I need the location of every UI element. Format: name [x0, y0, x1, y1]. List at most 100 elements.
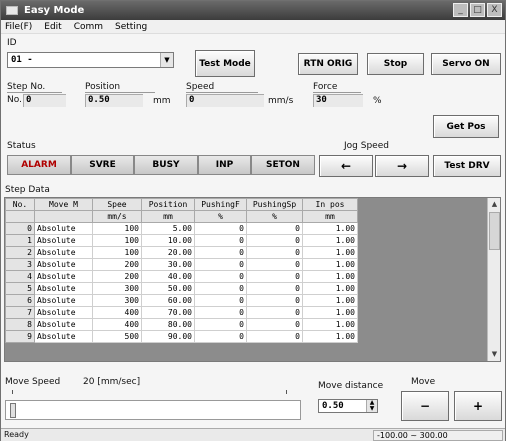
col-header-move-mode[interactable]: Move M — [34, 198, 93, 211]
table-cell[interactable]: Absolute — [34, 234, 93, 247]
stop-button[interactable]: Stop — [367, 53, 424, 75]
table-cell[interactable]: 300 — [92, 282, 142, 295]
scroll-thumb[interactable] — [489, 212, 500, 250]
table-row[interactable]: 5 Absolute 300 50.00 0 0 1.00 — [5, 282, 358, 295]
table-cell[interactable]: 200 — [92, 258, 142, 271]
spinner-arrows-icon[interactable]: ▲ ▼ — [366, 400, 377, 412]
table-cell[interactable]: 0 — [194, 270, 247, 283]
table-cell[interactable]: Absolute — [34, 318, 93, 331]
col-header-speed[interactable]: Spee — [92, 198, 142, 211]
table-cell[interactable]: 50.00 — [141, 282, 195, 295]
table-cell[interactable]: 5.00 — [141, 222, 195, 235]
table-cell[interactable]: 80.00 — [141, 318, 195, 331]
test-drv-button[interactable]: Test DRV — [433, 155, 501, 177]
table-cell[interactable]: 1.00 — [302, 282, 358, 295]
table-cell[interactable]: 500 — [92, 330, 142, 343]
chevron-down-icon[interactable]: ▼ — [160, 53, 173, 67]
col-header-pushing-force[interactable]: PushingF — [194, 198, 247, 211]
jog-right-button[interactable]: → — [375, 155, 429, 177]
table-cell[interactable]: 70.00 — [141, 306, 195, 319]
table-cell[interactable]: Absolute — [34, 270, 93, 283]
table-cell[interactable]: Absolute — [34, 294, 93, 307]
table-cell[interactable]: Absolute — [34, 282, 93, 295]
grid-vertical-scrollbar[interactable]: ▲ ▼ — [487, 198, 500, 361]
move-speed-slider-thumb[interactable] — [10, 403, 16, 418]
id-select[interactable]: 01 - ▼ — [7, 52, 174, 68]
minimize-button[interactable]: _ — [453, 3, 468, 17]
table-cell[interactable]: 0 — [246, 318, 303, 331]
table-cell[interactable]: 1.00 — [302, 222, 358, 235]
col-header-no[interactable]: No. — [5, 198, 35, 211]
table-row[interactable]: 0 Absolute 100 5.00 0 0 1.00 — [5, 222, 358, 235]
table-row[interactable]: 1 Absolute 100 10.00 0 0 1.00 — [5, 234, 358, 247]
scroll-up-icon[interactable]: ▲ — [488, 198, 500, 211]
table-cell[interactable]: 1.00 — [302, 270, 358, 283]
table-cell[interactable]: 100 — [92, 234, 142, 247]
table-cell[interactable]: 1.00 — [302, 294, 358, 307]
rtn-orig-button[interactable]: RTN ORIG — [298, 53, 358, 75]
table-cell[interactable]: 0 — [246, 282, 303, 295]
table-cell[interactable]: 0 — [194, 246, 247, 259]
table-row[interactable]: 7 Absolute 400 70.00 0 0 1.00 — [5, 306, 358, 319]
move-distance-spinner[interactable]: 0.50 ▲ ▼ — [318, 399, 378, 413]
close-button[interactable]: X — [487, 3, 502, 17]
table-cell[interactable]: 400 — [92, 318, 142, 331]
table-cell[interactable]: Absolute — [34, 246, 93, 259]
table-cell[interactable]: 60.00 — [141, 294, 195, 307]
step-data-table[interactable]: No. Move M Spee Position PushingF Pushin… — [5, 198, 358, 343]
table-cell[interactable]: 0 — [246, 306, 303, 319]
table-cell[interactable]: 0 — [246, 270, 303, 283]
table-cell[interactable]: 0 — [194, 306, 247, 319]
table-cell[interactable]: 40.00 — [141, 270, 195, 283]
table-cell[interactable]: 1.00 — [302, 258, 358, 271]
table-cell[interactable]: 300 — [92, 294, 142, 307]
table-cell[interactable]: 0 — [194, 330, 247, 343]
move-speed-slider[interactable] — [5, 400, 301, 420]
table-cell[interactable]: 0 — [246, 330, 303, 343]
move-plus-button[interactable]: + — [454, 391, 502, 421]
table-cell[interactable]: 0 — [194, 282, 247, 295]
table-row[interactable]: 4 Absolute 200 40.00 0 0 1.00 — [5, 270, 358, 283]
table-cell[interactable]: 1.00 — [302, 246, 358, 259]
table-cell[interactable]: 0 — [194, 258, 247, 271]
menu-comm[interactable]: Comm — [74, 22, 103, 32]
table-cell[interactable]: 90.00 — [141, 330, 195, 343]
col-header-in-pos[interactable]: In pos — [302, 198, 358, 211]
col-header-position[interactable]: Position — [141, 198, 195, 211]
table-cell[interactable]: 1.00 — [302, 306, 358, 319]
menu-file[interactable]: File(F) — [5, 22, 32, 32]
table-cell[interactable]: 1.00 — [302, 330, 358, 343]
table-cell[interactable]: 0 — [246, 222, 303, 235]
step-data-grid[interactable]: No. Move M Spee Position PushingF Pushin… — [4, 197, 501, 362]
test-mode-button[interactable]: Test Mode — [195, 50, 255, 77]
scroll-down-icon[interactable]: ▼ — [488, 348, 500, 361]
table-cell[interactable]: 400 — [92, 306, 142, 319]
table-cell[interactable]: 100 — [92, 246, 142, 259]
table-cell[interactable]: Absolute — [34, 222, 93, 235]
table-cell[interactable]: 1.00 — [302, 318, 358, 331]
table-cell[interactable]: 30.00 — [141, 258, 195, 271]
table-cell[interactable]: 0 — [194, 294, 247, 307]
table-cell[interactable]: 0 — [246, 246, 303, 259]
servo-on-button[interactable]: Servo ON — [431, 53, 501, 75]
table-row[interactable]: 2 Absolute 100 20.00 0 0 1.00 — [5, 246, 358, 259]
title-bar[interactable]: Easy Mode _ □ X — [1, 1, 505, 20]
table-cell[interactable]: 0 — [246, 234, 303, 247]
table-row[interactable]: 8 Absolute 400 80.00 0 0 1.00 — [5, 318, 358, 331]
col-header-pushing-speed[interactable]: PushingSp — [246, 198, 303, 211]
table-cell[interactable]: Absolute — [34, 330, 93, 343]
table-cell[interactable]: 0 — [194, 222, 247, 235]
table-cell[interactable]: Absolute — [34, 306, 93, 319]
move-minus-button[interactable]: − — [401, 391, 449, 421]
get-pos-button[interactable]: Get Pos — [433, 115, 499, 138]
table-cell[interactable]: 100 — [92, 222, 142, 235]
maximize-button[interactable]: □ — [470, 3, 485, 17]
table-cell[interactable]: 20.00 — [141, 246, 195, 259]
table-cell[interactable]: Absolute — [34, 258, 93, 271]
table-cell[interactable]: 1.00 — [302, 234, 358, 247]
jog-left-button[interactable]: ← — [319, 155, 373, 177]
table-cell[interactable]: 0 — [194, 234, 247, 247]
table-cell[interactable]: 200 — [92, 270, 142, 283]
table-row[interactable]: 3 Absolute 200 30.00 0 0 1.00 — [5, 258, 358, 271]
table-cell[interactable]: 0 — [246, 294, 303, 307]
